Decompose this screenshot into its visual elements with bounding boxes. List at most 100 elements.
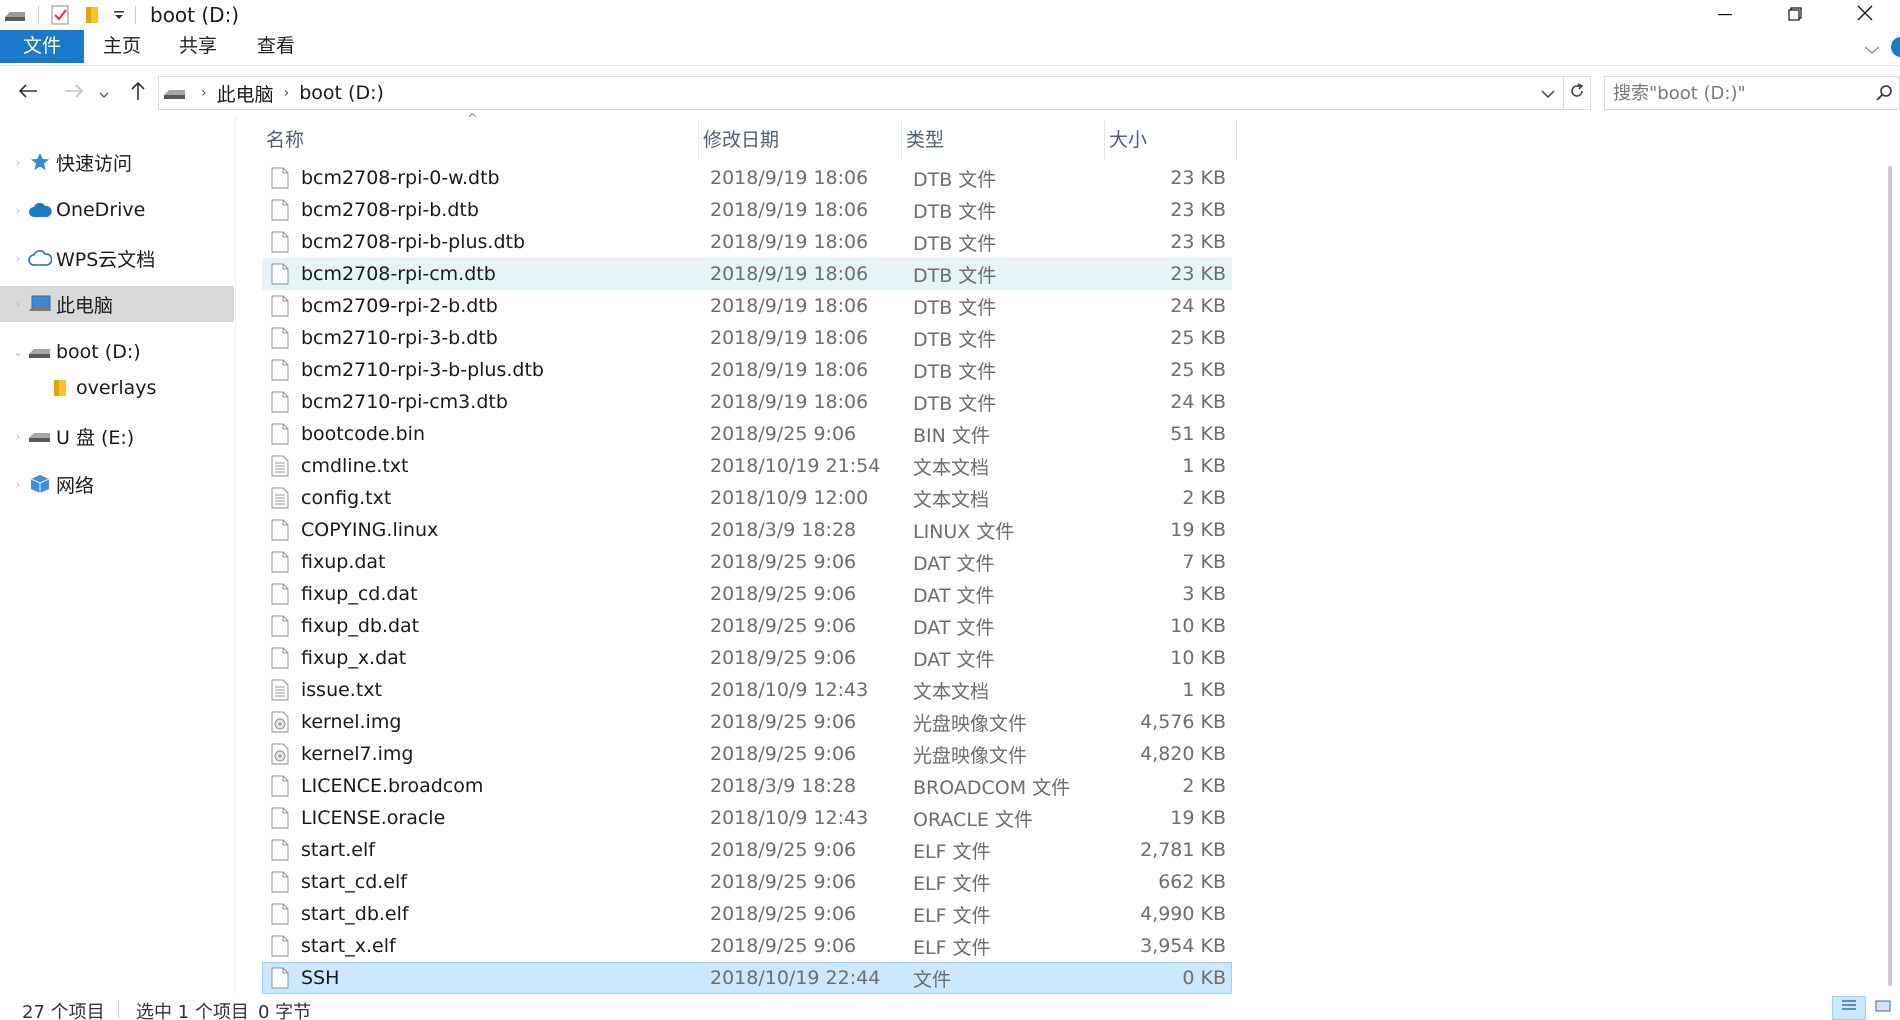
chevron-right-icon[interactable]: › [8,478,28,491]
sidebar-item-boot-drive[interactable]: ⌄ boot (D:) [0,334,234,370]
file-date: 2018/9/19 18:06 [710,295,869,317]
file-date: 2018/9/25 9:06 [710,647,857,669]
minimize-button[interactable] [1690,0,1760,30]
file-row-fixup-dat[interactable]: fixup.dat 2018/9/25 9:06 DAT 文件 7 KB [262,546,1232,578]
sidebar-item-label: 快速访问 [56,152,133,175]
file-row-bcm2710-rpi-3-b-plus-dtb[interactable]: bcm2710-rpi-3-b-plus.dtb 2018/9/19 18:06… [262,354,1232,386]
file-icon [269,166,291,190]
tab-view[interactable]: 查看 [246,30,306,63]
file-name: issue.txt [301,679,382,701]
sidebar-item-wps-cloud[interactable]: › WPS云文档 [0,240,234,276]
expand-ribbon-button[interactable] [1864,40,1880,59]
file-row-fixup-x-dat[interactable]: fixup_x.dat 2018/9/25 9:06 DAT 文件 10 KB [262,642,1232,674]
file-row-copying-linux[interactable]: COPYING.linux 2018/3/9 18:28 LINUX 文件 19… [262,514,1232,546]
chevron-down-icon[interactable]: ⌄ [8,346,28,359]
search-icon[interactable] [1875,84,1893,106]
file-rows: bcm2708-rpi-0-w.dtb 2018/9/19 18:06 DTB … [262,162,1232,994]
file-row-bcm2708-rpi-0-w-dtb[interactable]: bcm2708-rpi-0-w.dtb 2018/9/19 18:06 DTB … [262,162,1232,194]
customize-toolbar-icon[interactable] [109,0,129,30]
tab-home[interactable]: 主页 [92,30,152,63]
chevron-right-icon[interactable]: › [8,298,28,311]
file-row-start-x-elf[interactable]: start_x.elf 2018/9/25 9:06 ELF 文件 3,954 … [262,930,1232,962]
breadcrumb-this-pc[interactable]: 此电脑 [217,80,274,107]
column-header-size[interactable]: 大小 [1105,120,1237,160]
file-row-start-elf[interactable]: start.elf 2018/9/25 9:06 ELF 文件 2,781 KB [262,834,1232,866]
sidebar-item-usb-drive[interactable]: › U 盘 (E:) [0,418,234,454]
large-icons-view-button[interactable] [1866,996,1900,1020]
file-name: config.txt [301,487,392,509]
file-row-license-oracle[interactable]: LICENSE.oracle 2018/10/9 12:43 ORACLE 文件… [262,802,1232,834]
file-row-issue-txt[interactable]: issue.txt 2018/10/9 12:43 文本文档 1 KB [262,674,1232,706]
details-view-button[interactable] [1832,996,1866,1020]
file-row-bootcode-bin[interactable]: bootcode.bin 2018/9/25 9:06 BIN 文件 51 KB [262,418,1232,450]
file-date: 2018/9/25 9:06 [710,583,857,605]
file-row-kernel7-img[interactable]: kernel7.img 2018/9/25 9:06 光盘映像文件 4,820 … [262,738,1232,770]
file-row-kernel-img[interactable]: kernel.img 2018/9/25 9:06 光盘映像文件 4,576 K… [262,706,1232,738]
tab-file[interactable]: 文件 [0,30,84,63]
address-history-button[interactable] [1533,84,1563,103]
restore-button[interactable] [1760,0,1830,30]
properties-icon[interactable] [47,0,73,30]
drive-icon[interactable] [0,0,30,30]
help-button[interactable] [1890,36,1900,62]
file-size: 7 KB [1182,551,1226,573]
search-input[interactable] [1613,82,1863,104]
up-button[interactable] [124,72,152,114]
file-row-bcm2708-rpi-cm-dtb[interactable]: bcm2708-rpi-cm.dtb 2018/9/19 18:06 DTB 文… [262,258,1232,290]
file-row-bcm2710-rpi-cm3-dtb[interactable]: bcm2710-rpi-cm3.dtb 2018/9/19 18:06 DTB … [262,386,1232,418]
sidebar-item-onedrive[interactable]: › OneDrive [0,192,234,228]
file-row-licence-broadcom[interactable]: LICENCE.broadcom 2018/3/9 18:28 BROADCOM… [262,770,1232,802]
refresh-button[interactable] [1564,83,1590,103]
file-type: ELF 文件 [913,872,991,895]
chevron-right-icon[interactable]: › [8,252,28,265]
file-row-cmdline-txt[interactable]: cmdline.txt 2018/10/19 21:54 文本文档 1 KB [262,450,1232,482]
new-folder-icon[interactable] [79,0,105,30]
chevron-right-icon[interactable]: › [8,204,28,217]
file-icon [269,550,291,574]
sidebar-item-overlays[interactable]: overlays [0,370,234,406]
file-name-cell: bcm2708-rpi-b.dtb [263,198,704,222]
scrollbar-thumb[interactable] [1888,166,1892,986]
minimize-icon [1718,6,1732,25]
file-row-bcm2708-rpi-b-dtb[interactable]: bcm2708-rpi-b.dtb 2018/9/19 18:06 DTB 文件… [262,194,1232,226]
column-header-date[interactable]: 修改日期 [699,120,902,160]
network-icon [28,472,52,496]
file-row-start-db-elf[interactable]: start_db.elf 2018/9/25 9:06 ELF 文件 4,990… [262,898,1232,930]
tab-share[interactable]: 共享 [168,30,228,63]
file-type: DAT 文件 [913,552,995,575]
arrow-right-icon [64,83,84,103]
sidebar-item-quick-access[interactable]: › 快速访问 [0,144,234,180]
file-row-fixup-db-dat[interactable]: fixup_db.dat 2018/9/25 9:06 DAT 文件 10 KB [262,610,1232,642]
breadcrumb-boot-drive[interactable]: boot (D:) [299,82,384,104]
forward-button[interactable] [60,72,88,114]
sidebar-item-label: 网络 [56,474,95,497]
file-date: 2018/10/9 12:43 [710,679,869,701]
recent-locations-button[interactable] [94,72,114,114]
file-size: 662 KB [1158,871,1226,893]
chevron-right-icon[interactable]: › [8,430,28,443]
file-size: 2 KB [1182,775,1226,797]
sidebar-item-this-pc[interactable]: › 此电脑 [0,286,234,322]
file-name-cell: issue.txt [263,678,704,702]
file-size: 19 KB [1170,807,1226,829]
file-row-bcm2710-rpi-3-b-dtb[interactable]: bcm2710-rpi-3-b.dtb 2018/9/19 18:06 DTB … [262,322,1232,354]
column-header-type[interactable]: 类型 [902,120,1105,160]
file-row-ssh[interactable]: SSH 2018/10/19 22:44 文件 0 KB [262,962,1232,994]
vertical-scrollbar[interactable] [1882,116,1900,994]
file-date: 2018/9/19 18:06 [710,327,869,349]
file-row-config-txt[interactable]: config.txt 2018/10/9 12:00 文本文档 2 KB [262,482,1232,514]
file-row-start-cd-elf[interactable]: start_cd.elf 2018/9/25 9:06 ELF 文件 662 K… [262,866,1232,898]
file-name: start_db.elf [301,903,409,925]
file-row-bcm2709-rpi-2-b-dtb[interactable]: bcm2709-rpi-2-b.dtb 2018/9/19 18:06 DTB … [262,290,1232,322]
back-button[interactable] [14,72,42,114]
close-button[interactable] [1830,0,1900,30]
file-date: 2018/3/9 18:28 [710,519,857,541]
file-row-fixup-cd-dat[interactable]: fixup_cd.dat 2018/9/25 9:06 DAT 文件 3 KB [262,578,1232,610]
file-icon [269,518,291,542]
address-bar[interactable]: › 此电脑 › boot (D:) [158,76,1591,110]
column-header-name[interactable]: 名称 [262,120,699,160]
file-row-bcm2708-rpi-b-plus-dtb[interactable]: bcm2708-rpi-b-plus.dtb 2018/9/19 18:06 D… [262,226,1232,258]
file-name: bcm2710-rpi-3-b-plus.dtb [301,359,544,381]
sidebar-item-network[interactable]: › 网络 [0,466,234,502]
chevron-right-icon[interactable]: › [8,156,28,169]
